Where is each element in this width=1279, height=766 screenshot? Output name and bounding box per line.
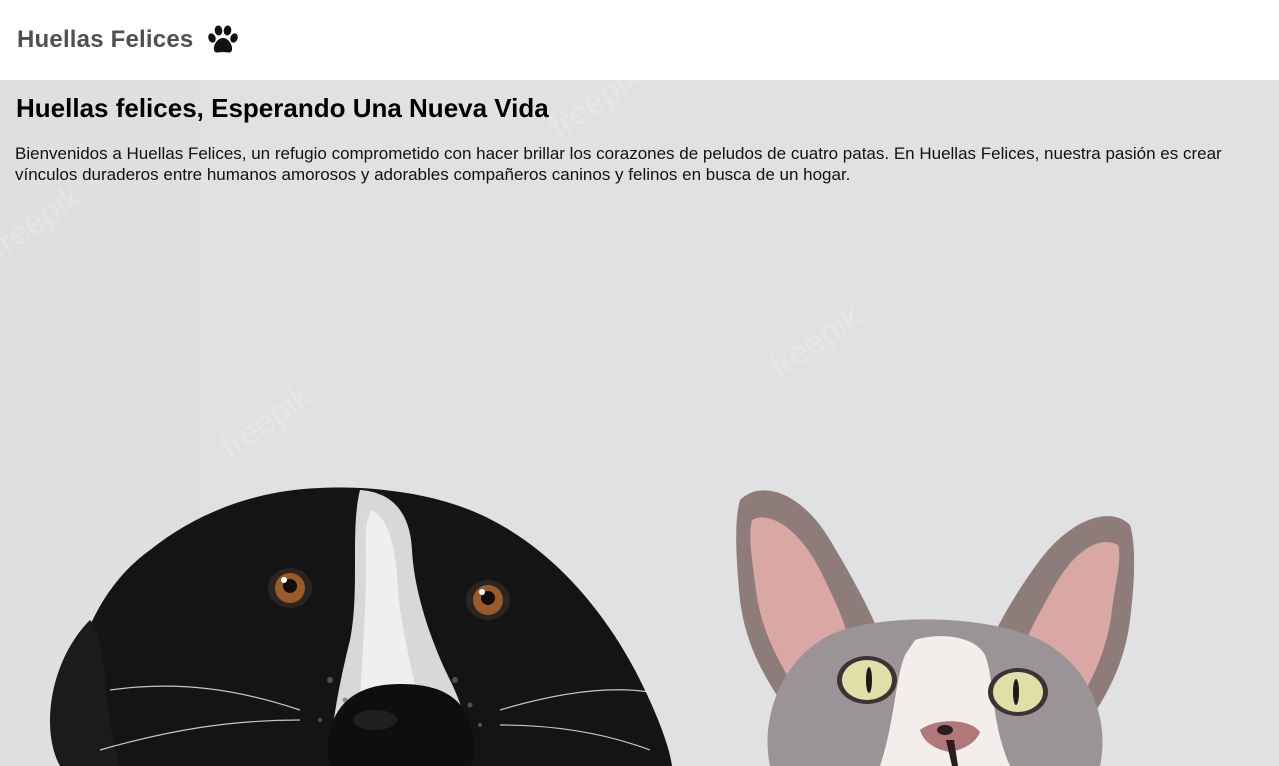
hero-section: freepik freepik freepik freepik Huellas … [0,80,1279,766]
hero-description: Bienvenidos a Huellas Felices, un refugi… [15,144,1222,184]
paw-icon [206,25,240,55]
hero-title: Huellas felices, Esperando Una Nueva Vid… [16,93,549,123]
navbar: Huellas Felices [0,0,1279,80]
brand-name: Huellas Felices [17,26,194,53]
brand-link[interactable]: Huellas Felices [17,25,240,55]
